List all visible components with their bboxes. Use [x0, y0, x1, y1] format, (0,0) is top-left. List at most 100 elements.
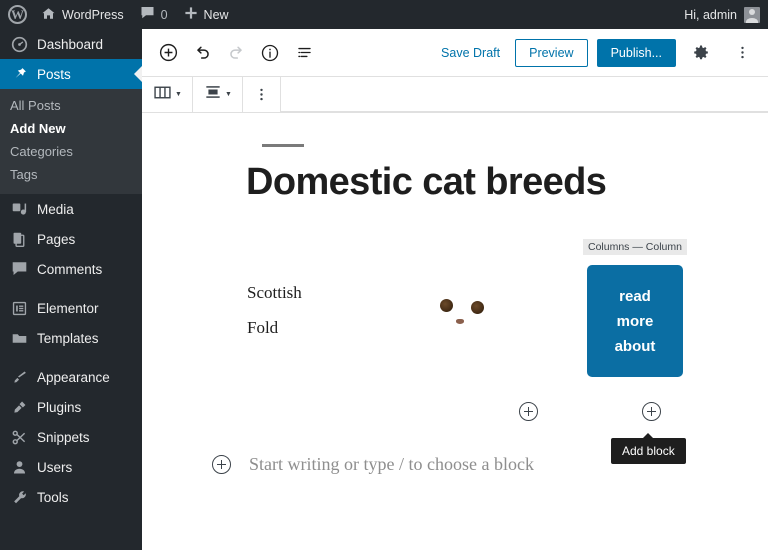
- submenu-item-all-posts[interactable]: All Posts: [0, 94, 142, 117]
- scissors-icon: [10, 428, 28, 446]
- columns-icon: [152, 82, 173, 108]
- posts-submenu: All Posts Add New Categories Tags: [0, 89, 142, 194]
- column-text-block[interactable]: Scottish Fold: [247, 275, 337, 345]
- submenu-item-add-new[interactable]: Add New: [0, 117, 142, 140]
- align-icon: [203, 82, 223, 107]
- sidebar-label: Comments: [37, 261, 103, 277]
- pin-icon: [10, 65, 28, 83]
- sidebar-label: Tools: [37, 489, 69, 505]
- alignment-group: ▼: [193, 77, 243, 112]
- preview-button[interactable]: Preview: [515, 38, 588, 67]
- elementor-icon: [10, 299, 28, 317]
- sidebar-label: Plugins: [37, 399, 82, 415]
- block-options-group: [243, 77, 281, 112]
- publish-button[interactable]: Publish...: [596, 38, 676, 67]
- cat-eye-right: [471, 301, 484, 314]
- breadcrumb: Columns — Column: [583, 239, 687, 255]
- add-block-button[interactable]: [152, 37, 184, 69]
- block-toolbar-filler: [279, 77, 768, 112]
- new-content-link[interactable]: New: [176, 0, 237, 29]
- read-more-button[interactable]: read more about: [587, 265, 683, 377]
- sidebar-label: Snippets: [37, 429, 90, 445]
- plus-circle-icon: [642, 402, 661, 421]
- block-type-group: ▼: [142, 77, 193, 112]
- submenu-item-tags[interactable]: Tags: [0, 163, 142, 186]
- chevron-down-icon: ▼: [175, 91, 182, 98]
- sidebar-separator: [0, 284, 142, 293]
- button-line: more: [616, 312, 654, 330]
- sidebar-label: Posts: [37, 66, 71, 82]
- add-block-tooltip: Add block: [611, 438, 686, 464]
- wrench-icon: [10, 488, 28, 506]
- cat-eye-left: [440, 299, 453, 312]
- sidebar-label: Templates: [37, 330, 99, 346]
- sidebar-label: Users: [37, 459, 73, 475]
- sidebar-item-comments[interactable]: Comments: [0, 254, 142, 284]
- info-button[interactable]: [254, 37, 286, 69]
- sidebar-item-posts[interactable]: Posts: [0, 59, 142, 89]
- editor-header-actions: Save Draft Preview Publish...: [435, 37, 768, 69]
- align-button[interactable]: ▼: [198, 80, 237, 110]
- comment-icon: [140, 6, 155, 23]
- folder-icon: [10, 329, 28, 347]
- redo-button[interactable]: [220, 37, 252, 69]
- column-appender-right[interactable]: [642, 402, 661, 421]
- button-line: read: [619, 287, 651, 305]
- sidebar-item-snippets[interactable]: Snippets: [0, 422, 142, 452]
- wordpress-logo-icon: W: [8, 5, 27, 24]
- sidebar-label: Dashboard: [37, 36, 104, 52]
- default-paragraph-block[interactable]: Start writing or type / to choose a bloc…: [212, 454, 534, 475]
- wordpress-logo-button[interactable]: W: [0, 0, 33, 29]
- cat-whisker: [422, 327, 456, 332]
- sidebar-label: Elementor: [37, 300, 99, 316]
- sidebar-separator: [0, 353, 142, 362]
- settings-button[interactable]: [685, 37, 717, 69]
- admin-bar: W WordPress 0 New Hi, admin: [0, 0, 768, 29]
- sidebar-item-tools[interactable]: Tools: [0, 482, 142, 512]
- list-view-button[interactable]: [288, 37, 320, 69]
- page-title[interactable]: Domestic cat breeds: [246, 161, 607, 204]
- sidebar-item-appearance[interactable]: Appearance: [0, 362, 142, 392]
- sidebar-item-plugins[interactable]: Plugins: [0, 392, 142, 422]
- comments-link[interactable]: 0: [132, 0, 176, 29]
- block-type-button[interactable]: ▼: [147, 80, 187, 110]
- chevron-down-icon: ▼: [224, 91, 232, 98]
- editor-header: Save Draft Preview Publish...: [142, 29, 768, 77]
- media-icon: [10, 200, 28, 218]
- plus-circle-icon[interactable]: [212, 455, 231, 474]
- block-more-options-button[interactable]: [248, 80, 275, 110]
- comments-count: 0: [160, 7, 168, 22]
- dashboard-icon: [10, 35, 28, 53]
- cat-photo[interactable]: [370, 265, 560, 357]
- editor-canvas: Domestic cat breeds Columns — Column Sco…: [142, 113, 768, 550]
- admin-bar-account[interactable]: Hi, admin: [684, 6, 768, 23]
- sidebar-item-media[interactable]: Media: [0, 194, 142, 224]
- more-options-button[interactable]: [726, 37, 758, 69]
- button-line: about: [614, 337, 656, 355]
- sidebar-item-dashboard[interactable]: Dashboard: [0, 29, 142, 59]
- home-icon: [41, 6, 56, 24]
- site-home-link[interactable]: WordPress: [33, 0, 132, 29]
- sidebar-item-templates[interactable]: Templates: [0, 323, 142, 353]
- undo-button[interactable]: [186, 37, 218, 69]
- user-icon: [10, 458, 28, 476]
- avatar: [744, 6, 760, 23]
- save-draft-button[interactable]: Save Draft: [435, 42, 506, 64]
- sidebar-item-elementor[interactable]: Elementor: [0, 293, 142, 323]
- greeting-text: Hi, admin: [684, 7, 737, 22]
- sidebar-item-pages[interactable]: Pages: [0, 224, 142, 254]
- wordpress-block-editor: W WordPress 0 New Hi, admin Dashboard Po…: [0, 0, 768, 550]
- editor-header-tools: [142, 37, 320, 69]
- sidebar-label: Appearance: [37, 369, 110, 385]
- plus-icon: [184, 6, 198, 23]
- column-appender-middle[interactable]: [519, 402, 538, 421]
- submenu-item-categories[interactable]: Categories: [0, 140, 142, 163]
- sidebar-item-users[interactable]: Users: [0, 452, 142, 482]
- title-dash-decoration: [262, 144, 304, 147]
- brush-icon: [10, 368, 28, 386]
- cat-nose: [456, 319, 464, 324]
- paragraph-placeholder: Start writing or type / to choose a bloc…: [249, 454, 534, 474]
- site-name: WordPress: [62, 7, 124, 22]
- plus-circle-icon: [519, 402, 538, 421]
- plug-icon: [10, 398, 28, 416]
